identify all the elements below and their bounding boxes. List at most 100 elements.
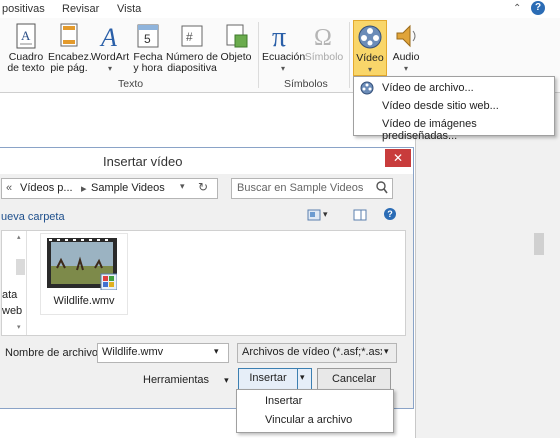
dialog-title-bar: Insertar vídeo ✕ [0, 148, 413, 174]
dialog-help-icon[interactable]: ? [384, 208, 396, 220]
view-dropdown-icon[interactable]: ▾ [323, 209, 328, 220]
collapse-ribbon-icon[interactable]: ⌃ [513, 3, 521, 14]
equation-label: Ecuación [262, 51, 306, 63]
nav-scroll-thumb[interactable] [16, 259, 25, 275]
breadcrumb-separator-icon[interactable]: ▸ [81, 182, 87, 195]
file-name-label: Nombre de archivo: [5, 347, 101, 359]
group-divider [349, 22, 350, 88]
audio-button[interactable]: Audio ▾ [390, 20, 422, 74]
navigation-pane[interactable]: ▴ ata web ▾ [2, 231, 27, 335]
group-divider [258, 22, 259, 88]
equation-button[interactable]: π Ecuación ▾ [262, 20, 306, 74]
tools-button[interactable]: Herramientas ▾ [143, 374, 229, 386]
calendar-day: 5 [144, 32, 151, 46]
insert-button[interactable]: Insertar [239, 372, 297, 384]
header-footer-label-2: pie pág. [50, 62, 88, 74]
video-button[interactable]: Vídeo ▾ [353, 20, 387, 76]
insert-split-button[interactable]: Insertar ▾ [238, 368, 312, 390]
symbol-button[interactable]: Ω Símbolo [304, 20, 344, 63]
new-folder-button[interactable]: ueva carpeta [1, 211, 65, 223]
file-browser: ▴ ata web ▾ Wildlife.wmv [1, 230, 406, 336]
svg-text:A: A [21, 28, 31, 43]
search-icon[interactable] [376, 180, 388, 197]
dialog-title: Insertar vídeo [103, 154, 183, 169]
tab-diapositivas[interactable]: positivas [2, 3, 45, 15]
nav-item-data[interactable]: ata [2, 289, 17, 301]
close-button[interactable]: ✕ [385, 149, 411, 167]
tab-vista[interactable]: Vista [117, 3, 141, 15]
tools-dropdown-icon: ▾ [224, 375, 229, 385]
speaker-icon [392, 22, 420, 50]
menu-item-video-from-website[interactable]: Vídeo desde sitio web... [382, 100, 499, 112]
address-dropdown-icon[interactable]: ▾ [180, 181, 185, 192]
audio-label: Audio [392, 51, 420, 63]
video-label: Vídeo [356, 52, 384, 64]
pi-glyph: π [272, 22, 286, 50]
breadcrumb-sample-videos[interactable]: Sample Videos [91, 182, 165, 194]
help-icon[interactable]: ? [531, 1, 545, 15]
file-type-select[interactable]: Archivos de vídeo (*.asf;*.asx;*. ▾ [237, 343, 397, 363]
file-name: Wildlife.wmv [53, 295, 115, 307]
cancel-button[interactable]: Cancelar [317, 368, 391, 390]
menu-item-clip-art-video[interactable]: Vídeo de imágenes prediseñadas... [382, 118, 554, 142]
menu-item-video-from-file[interactable]: Vídeo de archivo... [382, 82, 474, 94]
dialog-toolbar: ueva carpeta ▾ ? [0, 204, 413, 228]
scroll-down-icon[interactable]: ▾ [17, 323, 21, 331]
text-box-icon: A [12, 22, 40, 50]
address-bar[interactable]: « Vídeos p... ▸ Sample Videos ▾ ↻ [1, 178, 218, 199]
view-options-icon[interactable] [307, 209, 321, 224]
video-dropdown-menu: Vídeo de archivo... Vídeo desde sitio we… [353, 76, 555, 142]
omega-icon: Ω [310, 22, 338, 51]
wordart-label: WordArt [90, 51, 130, 63]
vertical-scrollbar[interactable] [532, 93, 548, 438]
insert-dropdown-icon[interactable]: ▾ [300, 372, 305, 383]
menu-item-insert[interactable]: Insertar [265, 395, 302, 407]
video-thumbnail [47, 238, 118, 291]
slide-number-button[interactable]: # Número de diapositiva [166, 20, 218, 74]
scroll-up-icon[interactable]: ▴ [17, 233, 21, 241]
wordart-button[interactable]: A WordArt ▾ [90, 20, 130, 74]
film-reel-icon [356, 23, 384, 51]
file-name-value: Wildlife.wmv [102, 346, 164, 358]
tab-revisar[interactable]: Revisar [62, 3, 99, 15]
file-type-dropdown-icon[interactable]: ▾ [384, 346, 389, 357]
text-box-button[interactable]: A Cuadro de texto [6, 20, 46, 74]
file-type-value: Archivos de vídeo (*.asf;*.asx;*. [242, 346, 382, 358]
svg-text:A: A [99, 23, 117, 50]
ribbon-tab-bar: positivas Revisar Vista ⌃ ? [0, 0, 560, 19]
film-reel-icon [360, 81, 374, 95]
search-input[interactable]: Buscar en Sample Videos [237, 182, 363, 194]
menu-item-link-to-file[interactable]: Vincular a archivo [265, 414, 352, 426]
file-name-dropdown-icon[interactable]: ▾ [214, 346, 219, 357]
insert-dropdown-menu: Insertar Vincular a archivo [236, 389, 394, 433]
object-button[interactable]: Objeto [218, 20, 254, 63]
date-time-label-2: y hora [133, 62, 163, 74]
svg-text:#: # [186, 30, 193, 44]
date-time-button[interactable]: 5 Fecha y hora [131, 20, 165, 74]
nav-item-web[interactable]: web [2, 305, 22, 317]
search-box[interactable]: Buscar en Sample Videos [231, 178, 393, 199]
group-label-texto: Texto [118, 78, 144, 90]
file-name-input[interactable]: Wildlife.wmv ▾ [97, 343, 229, 363]
equation-dropdown-icon: ▾ [280, 64, 285, 73]
wordart-icon: A [96, 22, 124, 52]
slide-number-icon: # [178, 22, 206, 50]
slide-number-label-2: diapositiva [167, 62, 217, 74]
breadcrumb-videos[interactable]: Vídeos p... [20, 182, 73, 194]
insert-video-dialog: Insertar vídeo ✕ « Vídeos p... ▸ Sample … [0, 147, 414, 409]
tools-label: Herramientas [143, 374, 210, 386]
header-footer-button[interactable]: Encabez. pie pág. [48, 20, 92, 74]
breadcrumb-overflow-icon[interactable]: « [6, 182, 12, 194]
file-item-wildlife[interactable]: Wildlife.wmv [40, 233, 128, 315]
preview-pane-icon[interactable] [353, 209, 367, 224]
pi-icon: π [269, 22, 297, 53]
object-icon [222, 22, 250, 50]
scroll-thumb[interactable] [534, 233, 544, 255]
video-dropdown-icon: ▾ [367, 65, 372, 74]
text-box-label-2: de texto [7, 62, 45, 74]
omega-glyph: Ω [314, 25, 332, 50]
symbol-label: Símbolo [304, 51, 344, 63]
refresh-icon[interactable]: ↻ [198, 180, 208, 194]
group-label-simbolos: Símbolos [284, 78, 328, 90]
wordart-dropdown-icon: ▾ [107, 64, 112, 73]
